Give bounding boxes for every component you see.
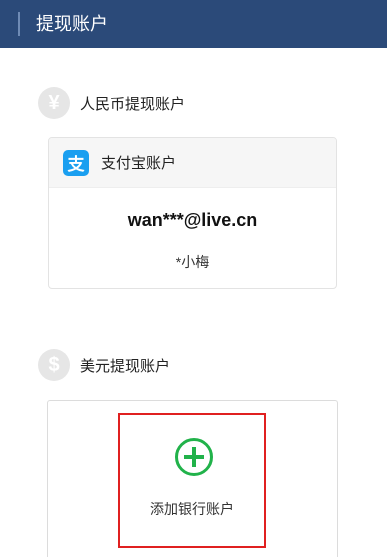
cny-section-header: ¥ 人民币提现账户 — [38, 87, 185, 119]
cny-section-title: 人民币提现账户 — [80, 95, 186, 113]
account-holder-name: *小梅 — [175, 254, 210, 270]
page-title: 提现账户 — [36, 14, 108, 34]
header-divider — [18, 12, 20, 36]
usd-section-title: 美元提现账户 — [80, 357, 171, 375]
alipay-account-card[interactable]: 支 支付宝账户 wan***@live.cn *小梅 — [48, 137, 337, 289]
alipay-icon: 支 — [63, 149, 89, 176]
usd-section-header: $ 美元提现账户 — [38, 349, 170, 381]
add-bank-account-button[interactable]: 添加银行账户 — [118, 413, 266, 548]
add-bank-account-label: 添加银行账户 — [150, 501, 234, 517]
app-header: 提现账户 — [0, 0, 387, 48]
dollar-icon: $ — [38, 349, 70, 381]
plus-circle-icon — [175, 438, 213, 476]
yen-icon: ¥ — [38, 87, 70, 119]
account-email: wan***@live.cn — [127, 210, 258, 230]
card-provider-label: 支付宝账户 — [101, 155, 177, 172]
card-header: 支 支付宝账户 — [49, 138, 336, 188]
